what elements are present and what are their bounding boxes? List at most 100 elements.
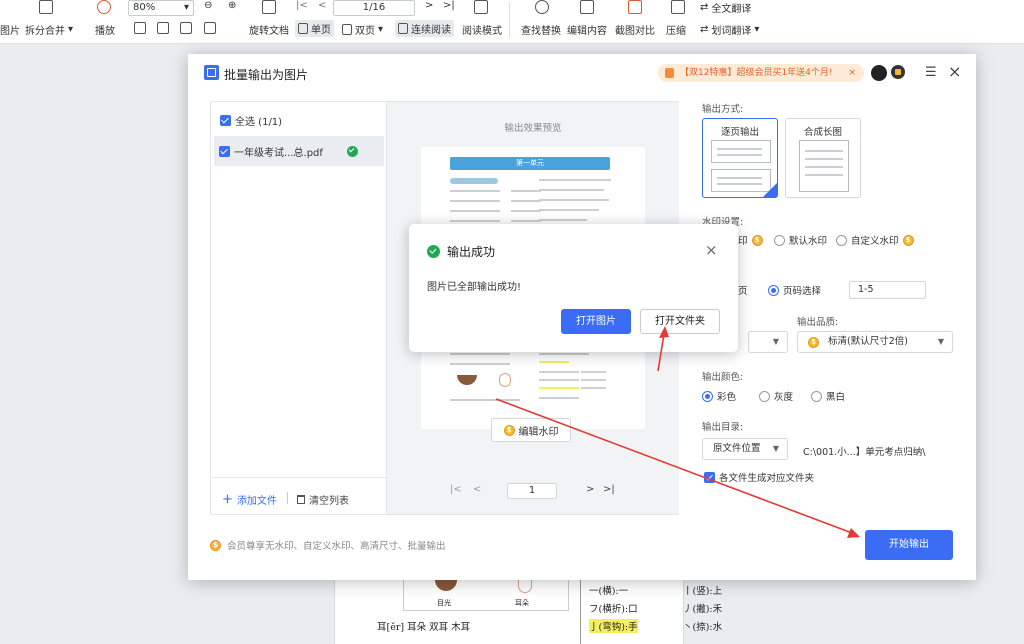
double-page-button[interactable]: 双页 ▾: [342, 22, 383, 37]
last-page-icon[interactable]: >|: [443, 0, 455, 11]
image-export-icon: [204, 65, 219, 80]
success-check-icon: [427, 245, 440, 258]
main-toolbar: 图片 拆分合并 ▾ 播放 80% ▾ ⊖ ⊕ 旋转文档 |< < 1/16 > >|…: [0, 0, 1024, 44]
menu-icon[interactable]: ☰: [925, 65, 937, 80]
dir-select-value: 原文件位置: [713, 443, 761, 454]
open-image-button[interactable]: 打开图片: [561, 309, 631, 334]
quality-select[interactable]: $ 标清(默认尺寸2倍) ▼: [797, 331, 953, 353]
play-button[interactable]: 播放: [95, 22, 115, 37]
fit-page-icon[interactable]: [157, 22, 169, 34]
radio-icon: [811, 390, 822, 402]
split-merge-button[interactable]: 拆分合并 ▾: [25, 22, 73, 37]
add-file-label: 添加文件: [236, 496, 277, 507]
close-icon[interactable]: ×: [848, 64, 856, 82]
last-page-icon[interactable]: >|: [603, 484, 615, 495]
first-page-icon[interactable]: |<: [296, 0, 308, 11]
find-replace-button[interactable]: 查找替换: [521, 22, 561, 37]
radio-icon: [759, 390, 770, 402]
close-icon[interactable]: ×: [705, 241, 718, 259]
single-page-button[interactable]: 单页: [295, 20, 334, 37]
radio-icon: [774, 234, 785, 246]
modal-title: 输出成功: [447, 245, 496, 259]
promo-banner[interactable]: 【双12特惠】超级会员买1年送4个月! ×: [658, 64, 864, 82]
prev-page-icon[interactable]: <: [318, 0, 326, 11]
reading-mode-icon: [474, 0, 488, 14]
selected-corner-check-icon: [763, 183, 777, 197]
zoom-select[interactable]: 80% ▾: [128, 0, 194, 16]
format-select[interactable]: ▼: [748, 331, 788, 353]
select-all-checkbox[interactable]: 全选 (1/1): [220, 113, 282, 128]
page-select-option[interactable]: 页码选择: [768, 283, 821, 297]
watermark-none-option[interactable]: 印 $: [738, 233, 763, 247]
output-mode-label: 输出方式:: [702, 104, 744, 115]
mode-long-image-card[interactable]: 合成长图: [785, 118, 861, 198]
fit-width-icon[interactable]: [180, 22, 192, 34]
page-thumb-icon: [711, 140, 771, 163]
compress-button[interactable]: 压缩: [666, 22, 686, 37]
prev-page-icon[interactable]: <: [473, 484, 481, 495]
avatar[interactable]: [871, 65, 887, 81]
page-range-input[interactable]: 1-5: [849, 281, 926, 299]
membership-badge-icon[interactable]: [891, 65, 905, 79]
page-all-option[interactable]: 页: [738, 283, 748, 297]
ear-illustration: [499, 373, 511, 387]
dir-select[interactable]: 原文件位置 ▼: [702, 438, 788, 460]
stroke-text: 一(横):一: [589, 586, 629, 597]
rotate-button[interactable]: 旋转文档: [249, 22, 289, 37]
continuous-read-label: 连续阅读: [411, 25, 451, 36]
actual-size-icon[interactable]: [134, 22, 146, 34]
full-translate-label: 全文翻译: [711, 4, 752, 15]
preview-page-input[interactable]: 1: [507, 483, 557, 499]
screenshot-compare-button[interactable]: 截图对比: [615, 22, 655, 37]
stroke-text-highlight: 亅(弯钩):手: [589, 619, 638, 633]
to-image-label: 图片: [0, 26, 20, 37]
continuous-read-button[interactable]: 连续阅读: [395, 20, 454, 37]
select-all-label: 全选 (1/1): [235, 117, 283, 128]
zoom-in-icon[interactable]: ⊕: [228, 0, 236, 11]
file-list-item[interactable]: 一年级考试...总.pdf: [214, 136, 384, 166]
page-input[interactable]: 1/16: [333, 0, 415, 16]
first-page-icon[interactable]: |<: [450, 484, 462, 495]
screenshot-compare-icon: [628, 0, 642, 14]
zoom-out-icon[interactable]: ⊖: [204, 0, 212, 11]
mode-per-page-card[interactable]: 逐页输出: [702, 118, 778, 198]
next-page-icon[interactable]: >: [586, 484, 594, 495]
play-icon: [97, 0, 111, 14]
plus-icon: +: [222, 492, 233, 507]
find-replace-label: 查找替换: [521, 26, 561, 37]
stroke-text: フ(横折):口: [589, 604, 638, 615]
color-color-option[interactable]: 彩色: [702, 389, 736, 403]
to-image-button[interactable]: 图片: [0, 22, 20, 37]
watermark-default-label: 默认水印: [789, 236, 828, 247]
radio-icon: [836, 234, 847, 246]
full-translate-button[interactable]: ⇄ 全文翻译: [700, 0, 751, 15]
watermark-custom-option[interactable]: 自定义水印 $: [836, 233, 914, 247]
color-gray-option[interactable]: 灰度: [759, 389, 793, 403]
close-icon[interactable]: ×: [948, 62, 961, 81]
member-note-text: 会员尊享无水印、自定义水印、高清尺寸、批量输出: [227, 541, 446, 552]
find-replace-icon: [535, 0, 549, 14]
next-page-icon[interactable]: >: [425, 0, 433, 11]
stroke-text: 丨(竖):上: [683, 586, 723, 597]
open-folder-button[interactable]: 打开文件夹: [640, 309, 720, 334]
watermark-default-option[interactable]: 默认水印: [774, 233, 827, 247]
ear-label: 耳朵: [515, 599, 529, 607]
chevron-down-icon: ▾: [68, 24, 74, 35]
edit-watermark-label: 编辑水印: [518, 426, 559, 438]
add-file-button[interactable]: + 添加文件: [222, 492, 277, 507]
quality-label: 输出品质:: [797, 317, 839, 328]
reading-mode-button[interactable]: 阅读模式: [462, 22, 502, 37]
dir-label: 输出目录:: [702, 422, 744, 433]
color-bw-option[interactable]: 黑白: [811, 389, 845, 403]
radio-selected-icon: [768, 284, 779, 296]
subfolder-checkbox[interactable]: 各文件生成对应文件夹: [704, 470, 814, 484]
edit-watermark-button[interactable]: $ 编辑水印: [491, 418, 571, 442]
start-export-button[interactable]: 开始输出: [865, 530, 953, 560]
clear-list-button[interactable]: 清空列表: [297, 492, 349, 507]
word-translate-button[interactable]: ⇄ 划词翻译 ▾: [700, 22, 759, 37]
fit-height-icon[interactable]: [204, 22, 216, 34]
doc-divider: [580, 579, 581, 644]
dir-path[interactable]: C:\001.小...】单元考点归纳\: [803, 444, 925, 458]
coin-icon: $: [902, 234, 914, 246]
edit-content-button[interactable]: 编辑内容: [567, 22, 607, 37]
